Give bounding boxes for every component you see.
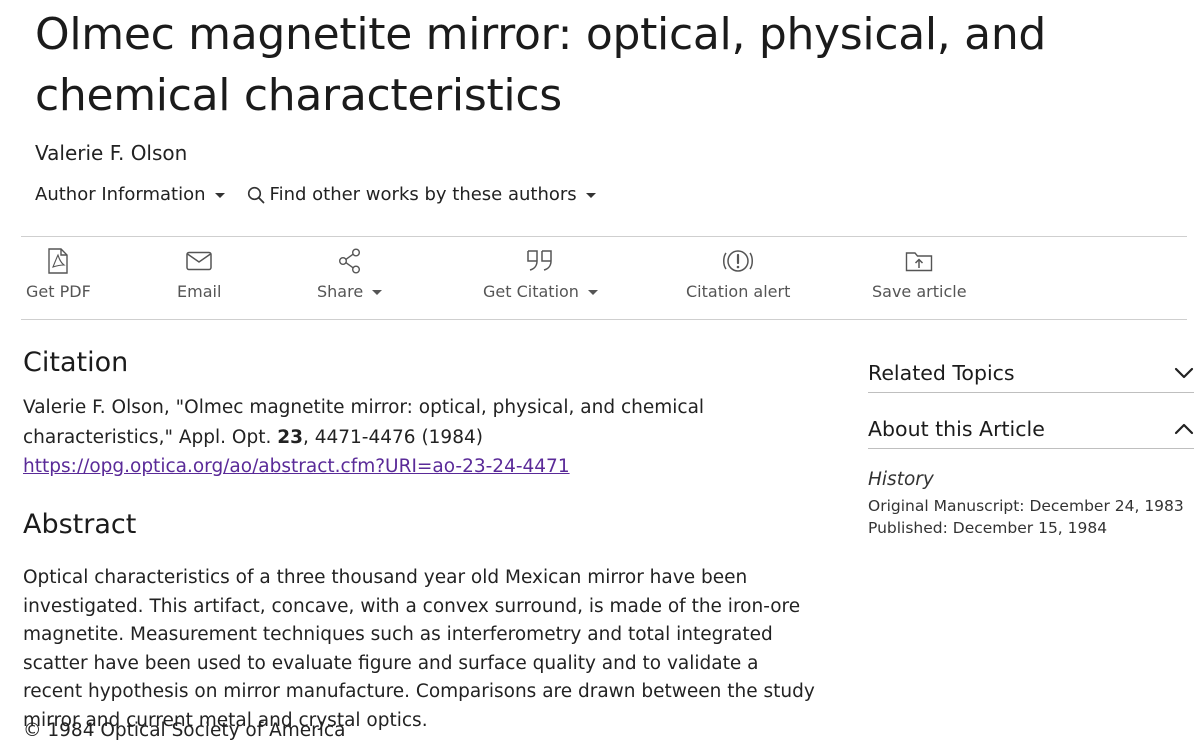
- pdf-file-icon: [48, 248, 69, 274]
- save-article-button[interactable]: Save article: [872, 237, 967, 321]
- save-article-label: Save article: [872, 282, 967, 301]
- find-other-works-dropdown[interactable]: Find other works by these authors: [247, 184, 596, 205]
- caret-down-icon: [587, 290, 598, 295]
- about-article-label: About this Article: [868, 416, 1045, 441]
- caret-down-icon: [214, 193, 225, 198]
- abstract-text: Optical characteristics of a three thous…: [23, 567, 815, 731]
- get-pdf-button[interactable]: Get PDF: [26, 237, 91, 321]
- article-title: Olmec magnetite mirror: optical, physica…: [35, 9, 1047, 121]
- citation-alert-label: Citation alert: [686, 282, 791, 301]
- envelope-icon: [186, 251, 212, 271]
- chevron-down-icon: [1174, 367, 1194, 378]
- published-date: Published: December 15, 1984: [868, 519, 1108, 537]
- original-manuscript-date: Original Manuscript: December 24, 1983: [868, 497, 1184, 515]
- search-icon: [247, 186, 264, 203]
- citation-suffix: , 4471-4476 (1984): [302, 426, 483, 448]
- article-authors[interactable]: Valerie F. Olson: [35, 141, 187, 165]
- copyright-notice: © 1984 Optical Society of America: [23, 720, 346, 741]
- about-article-toggle[interactable]: About this Article: [868, 409, 1194, 449]
- get-citation-button[interactable]: Get Citation: [483, 237, 598, 321]
- citation-volume: 23: [277, 426, 303, 448]
- email-button[interactable]: Email: [177, 237, 221, 321]
- citation-url-link[interactable]: https://opg.optica.org/ao/abstract.cfm?U…: [23, 456, 570, 477]
- email-label: Email: [177, 282, 222, 301]
- get-citation-label: Get Citation: [483, 282, 579, 301]
- share-button[interactable]: Share: [317, 237, 383, 321]
- citation-text: Valerie F. Olson, "Olmec magnetite mirro…: [23, 393, 823, 482]
- abstract-heading: Abstract: [23, 509, 137, 540]
- caret-down-icon: [585, 193, 596, 198]
- quote-icon: [527, 250, 553, 271]
- share-label: Share: [317, 282, 364, 301]
- alert-icon: [723, 250, 754, 272]
- citation-heading: Citation: [23, 347, 129, 378]
- author-information-label: Author Information: [35, 184, 206, 205]
- author-information-dropdown[interactable]: Author Information: [35, 184, 225, 205]
- folder-upload-icon: [906, 252, 933, 272]
- history-label: History: [868, 469, 934, 490]
- article-toolbar: Get PDF Email Share Get Citation Citatio…: [21, 236, 1187, 320]
- related-topics-label: Related Topics: [868, 360, 1015, 385]
- citation-alert-button[interactable]: Citation alert: [686, 237, 790, 321]
- caret-down-icon: [372, 290, 383, 295]
- author-actions: Author Information Find other works by t…: [35, 184, 596, 205]
- chevron-up-icon: [1174, 423, 1194, 434]
- find-other-works-label: Find other works by these authors: [269, 184, 577, 205]
- related-topics-toggle[interactable]: Related Topics: [868, 353, 1194, 393]
- share-icon: [338, 248, 360, 274]
- get-pdf-label: Get PDF: [26, 282, 91, 301]
